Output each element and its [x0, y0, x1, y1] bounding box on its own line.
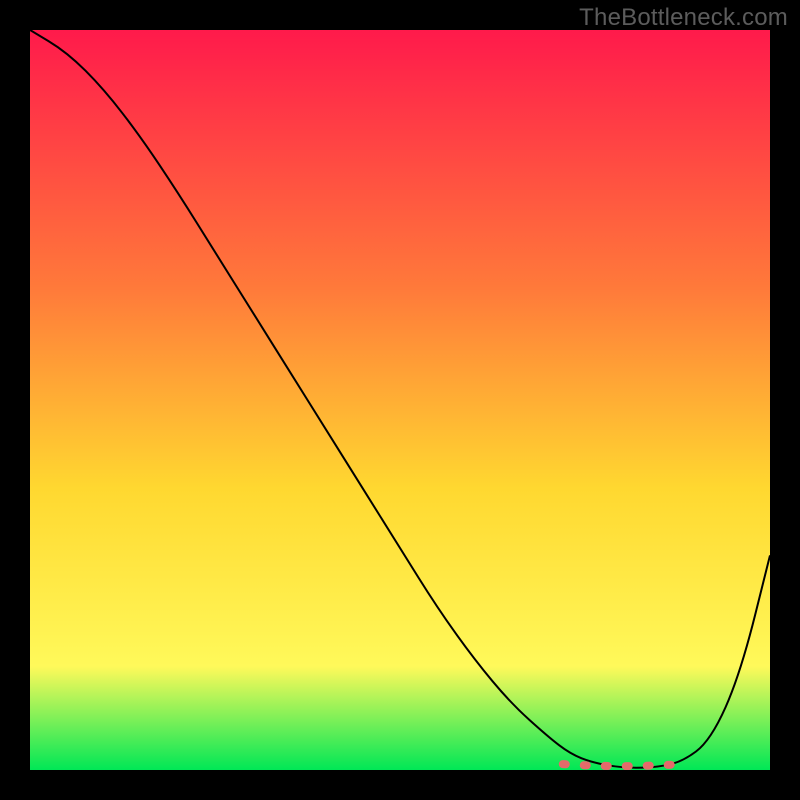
watermark-text: TheBottleneck.com — [579, 4, 788, 32]
chart-svg — [30, 30, 770, 770]
plot-area — [30, 30, 770, 770]
gradient-background — [30, 30, 770, 770]
chart-frame: TheBottleneck.com — [0, 0, 800, 800]
